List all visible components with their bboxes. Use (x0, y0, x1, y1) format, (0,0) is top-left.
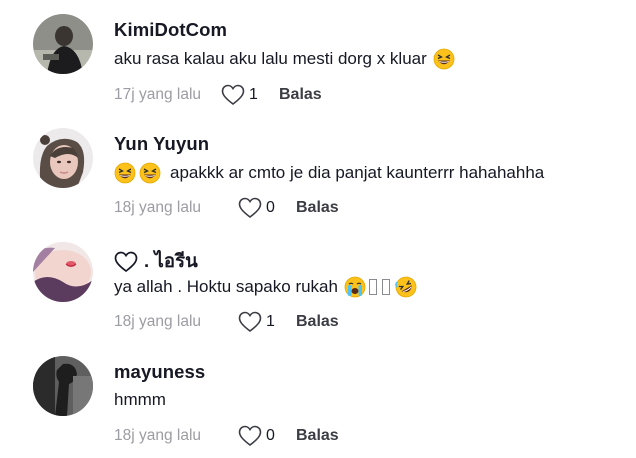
comment-meta: 18j yang lalu 1 Balas (114, 310, 339, 334)
missing-glyph-icon (381, 279, 390, 295)
avatar[interactable] (33, 14, 93, 74)
grinning-squint-face-icon (139, 162, 161, 184)
comment-username[interactable]: KimiDotCom (114, 19, 227, 41)
like-button[interactable]: 0 (238, 197, 296, 219)
comment-text: ya allah . Hoktu sapako rukah (114, 276, 417, 298)
like-button[interactable]: 1 (238, 311, 296, 333)
heart-outline-icon (238, 311, 262, 333)
heart-outline-icon (114, 251, 138, 272)
like-button[interactable]: 0 (238, 425, 296, 447)
comment-time: 18j yang lalu (114, 199, 202, 216)
reply-button[interactable]: Balas (296, 313, 339, 331)
comment-text-content: apakkk ar cmto je dia panjat kaunterrr h… (170, 163, 545, 182)
comment-username[interactable]: mayuness (114, 361, 205, 383)
loudly-crying-face-icon (344, 276, 366, 298)
comment-meta: 18j yang lalu 0 Balas (114, 424, 339, 448)
comment-text-content: ya allah . Hoktu sapako rukah (114, 277, 338, 296)
comment-meta: 18j yang lalu 0 Balas (114, 196, 339, 220)
comment-meta: 17j yang lalu 1 Balas (114, 83, 322, 107)
reply-button[interactable]: Balas (296, 199, 339, 217)
heart-outline-icon (221, 84, 245, 106)
like-count: 1 (249, 86, 258, 103)
grinning-squint-face-icon (114, 162, 136, 184)
reply-button[interactable]: Balas (279, 86, 322, 104)
comment-item: Yun Yuyun apakkk ar cmto je dia panjat k… (0, 114, 636, 228)
avatar[interactable] (33, 242, 93, 302)
comment-item: . ไอรีน ya allah . Hoktu sapako rukah 18… (0, 228, 636, 342)
heart-outline-icon (238, 425, 262, 447)
like-count: 0 (266, 427, 275, 444)
comment-username[interactable]: Yun Yuyun (114, 133, 209, 155)
comment-username-text: . ไอรีน (144, 250, 198, 271)
avatar[interactable] (33, 128, 93, 188)
comment-text: hmmm (114, 390, 166, 410)
comment-text: aku rasa kalau aku lalu mesti dorg x klu… (114, 48, 455, 70)
avatar[interactable] (33, 356, 93, 416)
comment-time: 18j yang lalu (114, 313, 202, 330)
heart-outline-icon (238, 197, 262, 219)
missing-glyph-icon (368, 279, 377, 295)
comment-item: mayuness hmmm 18j yang lalu 0 Balas (0, 342, 636, 456)
comment-text: apakkk ar cmto je dia panjat kaunterrr h… (114, 162, 544, 184)
like-button[interactable]: 1 (221, 84, 279, 106)
grinning-squint-face-icon (433, 48, 455, 70)
like-count: 0 (266, 199, 275, 216)
rolling-on-floor-laughing-face-icon (395, 276, 417, 298)
comment-text-content: hmmm (114, 390, 166, 409)
like-count: 1 (266, 313, 275, 330)
reply-button[interactable]: Balas (296, 427, 339, 445)
comment-username[interactable]: . ไอรีน (114, 247, 198, 276)
comment-time: 18j yang lalu (114, 427, 202, 444)
comment-time: 17j yang lalu (114, 86, 202, 103)
comment-item: KimiDotCom aku rasa kalau aku lalu mesti… (0, 0, 636, 114)
comment-text-content: aku rasa kalau aku lalu mesti dorg x klu… (114, 49, 427, 68)
